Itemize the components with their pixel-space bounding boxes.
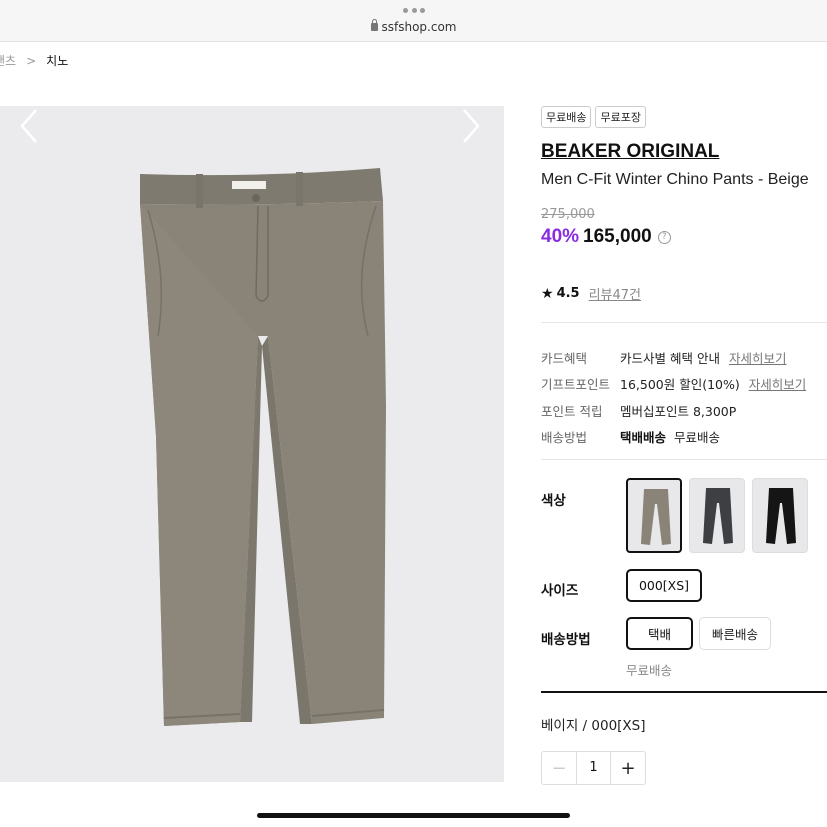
free-wrapping-badge: 무료포장 (595, 106, 646, 128)
lock-icon (370, 19, 378, 31)
brand-name[interactable]: BEAKER ORIGINAL (541, 141, 827, 163)
pants-thumbnail (766, 488, 796, 544)
details-link[interactable]: 자세히보기 (749, 374, 807, 393)
breadcrumb-current[interactable]: 치노 (46, 52, 68, 69)
sale-price: 165,000 (583, 226, 652, 247)
benefit-value: 16,500원 할인(10%) (620, 377, 740, 393)
address-bar[interactable]: ssfshop.com (0, 19, 827, 34)
benefit-value: 택배배송 무료배송 (620, 427, 720, 446)
size-option-xs[interactable]: 000[XS] (626, 569, 702, 602)
benefit-key: 포인트 적립 (541, 403, 603, 419)
color-swatch-list (626, 478, 808, 553)
badge-list: 무료배송 무료포장 (541, 106, 827, 128)
benefit-key: 카드혜택 (541, 350, 588, 366)
color-label: 색상 (541, 493, 566, 509)
browser-top-bar: ssfshop.com (0, 0, 827, 42)
color-swatch-charcoal[interactable] (689, 478, 745, 553)
divider (541, 691, 827, 693)
pants-illustration (140, 168, 386, 726)
more-dots-icon[interactable] (403, 8, 425, 14)
chevron-right-icon: > (26, 53, 37, 68)
free-shipping-badge: 무료배송 (541, 106, 592, 128)
pants-thumbnail (641, 489, 671, 545)
plus-icon[interactable]: + (611, 752, 645, 784)
benefit-value: 카드사별 혜택 안내 (620, 350, 720, 366)
original-price: 275,000 (541, 207, 595, 222)
product-name: Men C-Fit Winter Chino Pants - Beige (541, 171, 809, 188)
benefit-row-card: 카드혜택 카드사별 혜택 안내 자세히보기 (541, 344, 827, 371)
rating-value: 4.5 (556, 286, 580, 301)
benefit-value-text: 무료배송 (673, 430, 720, 446)
reviews-link[interactable]: 리뷰47건 (589, 284, 641, 303)
product-info: 무료배송 무료포장 BEAKER ORIGINAL Men C-Fit Wint… (541, 106, 827, 303)
home-indicator[interactable] (257, 813, 570, 818)
delivery-option-parcel[interactable]: 택배 (626, 617, 693, 650)
chevron-right-icon[interactable] (456, 106, 486, 146)
discount-rate: 40% (541, 226, 580, 247)
details-link[interactable]: 자세히보기 (729, 348, 787, 367)
pants-thumbnail (703, 488, 733, 544)
chevron-left-icon[interactable] (14, 106, 44, 146)
divider (541, 322, 827, 323)
benefit-value: 멤버십포인트 8,300P (620, 403, 737, 419)
product-image[interactable] (0, 106, 504, 782)
benefit-value-bold: 택배배송 (620, 430, 667, 446)
rating: ★ 4.5 리뷰47건 (541, 284, 827, 304)
url-text: ssfshop.com (381, 20, 457, 34)
benefit-key: 배송방법 (541, 430, 588, 446)
quantity-stepper: − 1 + (541, 751, 646, 785)
delivery-option-express[interactable]: 빠른배송 (699, 617, 771, 650)
help-icon[interactable]: ? (657, 230, 671, 244)
selected-option-summary: 베이지 / 000[XS] (541, 718, 646, 734)
benefit-row-points: 포인트 적립 멤버십포인트 8,300P (541, 397, 827, 424)
benefit-row-gift-point: 기프트포인트 16,500원 할인(10%) 자세히보기 (541, 371, 827, 398)
price-row: 40% 165,000 ? (541, 226, 827, 248)
size-label: 사이즈 (541, 583, 579, 599)
minus-icon[interactable]: − (542, 752, 576, 784)
benefits-list: 카드혜택 카드사별 혜택 안내 자세히보기 기프트포인트 16,500원 할인(… (541, 344, 827, 450)
color-swatch-beige[interactable] (626, 478, 682, 553)
color-swatch-black[interactable] (752, 478, 808, 553)
star-icon: ★ (541, 285, 554, 302)
breadcrumb: 팬츠 > 치노 (0, 52, 68, 69)
benefit-key: 기프트포인트 (541, 377, 611, 393)
quantity-value[interactable]: 1 (576, 752, 611, 784)
benefit-row-delivery: 배송방법 택배배송 무료배송 (541, 424, 827, 451)
delivery-note: 무료배송 (626, 663, 673, 678)
divider (541, 459, 827, 460)
delivery-label: 배송방법 (541, 632, 591, 648)
breadcrumb-previous[interactable]: 팬츠 (0, 52, 16, 69)
